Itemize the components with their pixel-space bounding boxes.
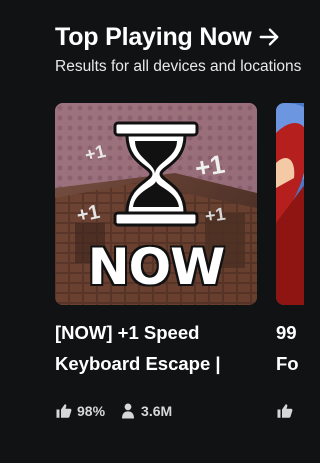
arrow-right-icon[interactable] — [258, 26, 280, 48]
section-subtitle: Results for all devices and locations — [55, 58, 302, 75]
thumbnail-badge: +1 — [74, 200, 102, 228]
thumbnail-badge: +1 — [192, 148, 227, 184]
like-ratio: 98% — [55, 402, 105, 420]
game-carousel[interactable]: NOW +1 +1 +1 +1 [NOW] +1 Speed Keyboard … — [55, 103, 304, 423]
thumbnail-badge: +1 — [203, 203, 227, 227]
game-title[interactable]: [NOW] +1 Speed Keyboard Escape | — [55, 317, 257, 379]
game-stats — [276, 401, 304, 421]
game-tile[interactable]: NOW +1 +1 +1 +1 [NOW] +1 Speed Keyboard … — [55, 103, 257, 421]
game-title[interactable]: 99 Fo — [276, 317, 304, 379]
thumbs-up-icon — [277, 404, 293, 418]
section-title-link[interactable]: Top Playing Now — [55, 20, 304, 54]
person-icon — [122, 403, 135, 419]
game-thumbnail[interactable]: NOW +1 +1 +1 +1 — [55, 103, 257, 305]
like-ratio — [276, 402, 298, 420]
game-stats: 98% 3.6M — [55, 401, 257, 421]
game-tile[interactable]: 99 Fo — [276, 103, 304, 421]
thumbnail-text: NOW — [87, 238, 226, 296]
thumbs-up-icon — [56, 404, 72, 418]
section-header: Top Playing Now Results for all devices … — [55, 20, 304, 76]
game-thumbnail[interactable] — [276, 103, 304, 305]
section-title[interactable]: Top Playing Now — [55, 23, 252, 52]
player-count: 3.6M — [119, 402, 172, 420]
